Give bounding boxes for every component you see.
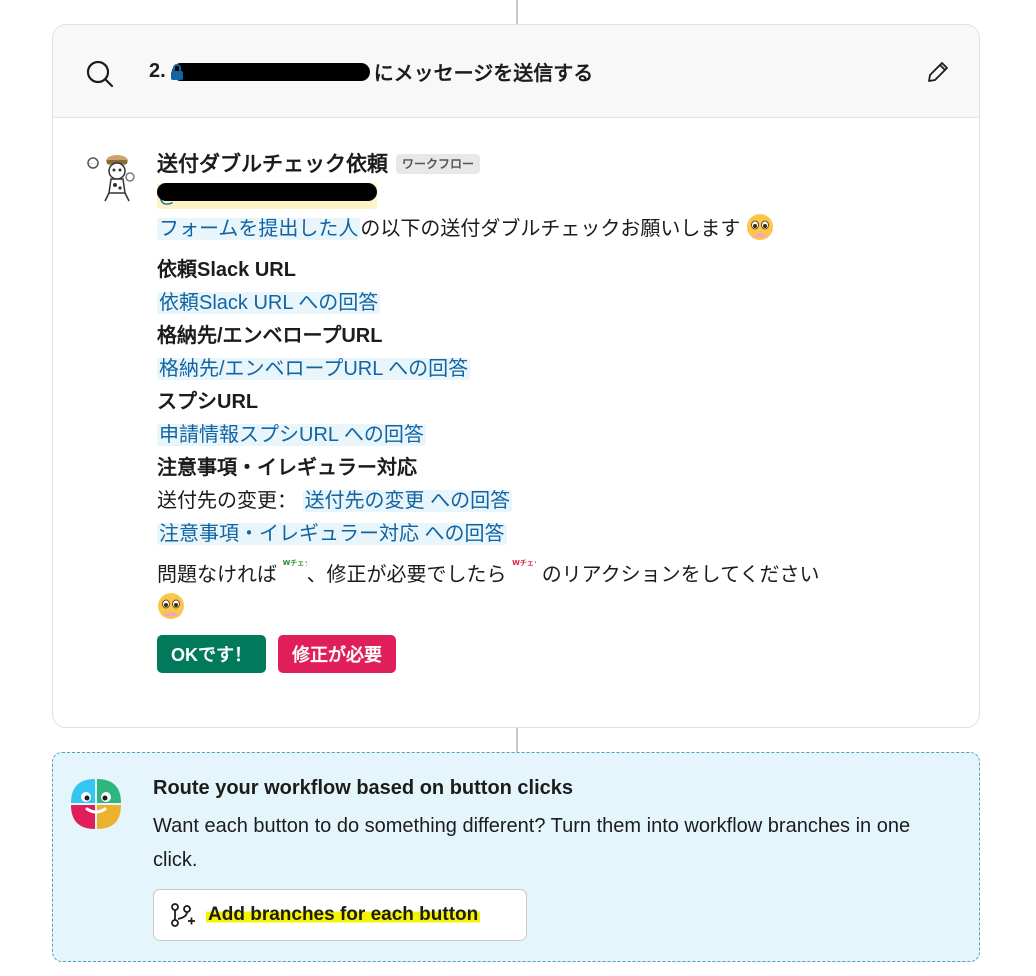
workflow-avatar: ··· xyxy=(87,155,135,202)
needs-fix-button[interactable]: 修正が必要 xyxy=(278,635,396,673)
reaction-instruction-2: 、修正が必要でしたら xyxy=(306,564,507,586)
pleading-face-emoji-2 xyxy=(158,593,184,619)
wcheck-ok-emoji: Wチェック OKです！ xyxy=(282,559,307,567)
slack-workflow-logo-icon xyxy=(71,779,121,829)
form-submitter-variable[interactable]: フォームを提出した人 xyxy=(157,218,361,240)
field-answer-spreadsheet-url[interactable]: 申請情報スプシURL への回答 xyxy=(157,424,426,446)
user-mention[interactable]: @ xyxy=(157,179,957,213)
flow-connector-top xyxy=(516,0,518,24)
step-number: 2. xyxy=(149,60,166,82)
pencil-icon[interactable] xyxy=(925,59,951,85)
ok-button[interactable]: OKです！ xyxy=(157,635,266,673)
field-answer-slack-url[interactable]: 依頼Slack URL への回答 xyxy=(157,292,381,314)
search-icon xyxy=(86,60,114,88)
field-label-notes: 注意事項・イレギュラー対応 xyxy=(157,457,417,479)
pleading-face-emoji xyxy=(746,214,773,240)
branch-icon xyxy=(171,903,195,927)
redacted-mention xyxy=(157,183,377,201)
sender-name: 送付ダブルチェック依頼 xyxy=(157,152,388,176)
add-branches-button[interactable]: Add branches for each button xyxy=(153,889,527,941)
workflow-step-card[interactable]: 2. にメッセージを送信する ··· 送付ダブルチェック依頼 ワークフロー フォ… xyxy=(52,24,980,728)
field-answer-dest-change[interactable]: 送付先の変更 への回答 xyxy=(302,490,513,512)
wcheck-fix-emoji: Wチェック 修正お願い xyxy=(512,559,536,567)
flow-connector-middle xyxy=(516,728,518,752)
step-title: 2. にメッセージを送信する xyxy=(149,57,593,86)
message-body: 送付ダブルチェック依頼 ワークフロー @ フォームを提出した人の以下の送付ダブル… xyxy=(157,149,957,673)
field-answer-notes[interactable]: 注意事項・イレギュラー対応 への回答 xyxy=(157,523,507,545)
workflow-badge: ワークフロー xyxy=(396,154,481,174)
tip-description: Want each button to do something differe… xyxy=(153,815,911,871)
redacted-channel-name xyxy=(170,62,370,81)
reaction-instruction-1: 問題なければ xyxy=(157,564,277,586)
field-label-envelope-url: 格納先/エンベロープURL xyxy=(157,325,383,347)
reaction-instruction-3: のリアクションをしてください xyxy=(541,564,820,586)
field-label-slack-url: 依頼Slack URL xyxy=(157,259,296,281)
intro-text: の以下の送付ダブルチェックお願いします xyxy=(360,218,741,240)
step-header[interactable]: 2. にメッセージを送信する xyxy=(53,25,979,118)
step-title-text: にメッセージを送信する xyxy=(373,63,594,85)
dest-change-label: 送付先の変更： xyxy=(157,490,297,512)
field-label-spreadsheet-url: スプシURL xyxy=(157,391,259,413)
branch-suggestion-card: Route your workflow based on button clic… xyxy=(52,752,980,962)
svg-text:···: ··· xyxy=(89,161,94,167)
add-branches-label: Add branches for each button xyxy=(206,904,481,926)
tip-title: Route your workflow based on button clic… xyxy=(153,777,574,799)
lock-icon xyxy=(170,63,183,80)
field-answer-envelope-url[interactable]: 格納先/エンベロープURL への回答 xyxy=(157,358,471,380)
